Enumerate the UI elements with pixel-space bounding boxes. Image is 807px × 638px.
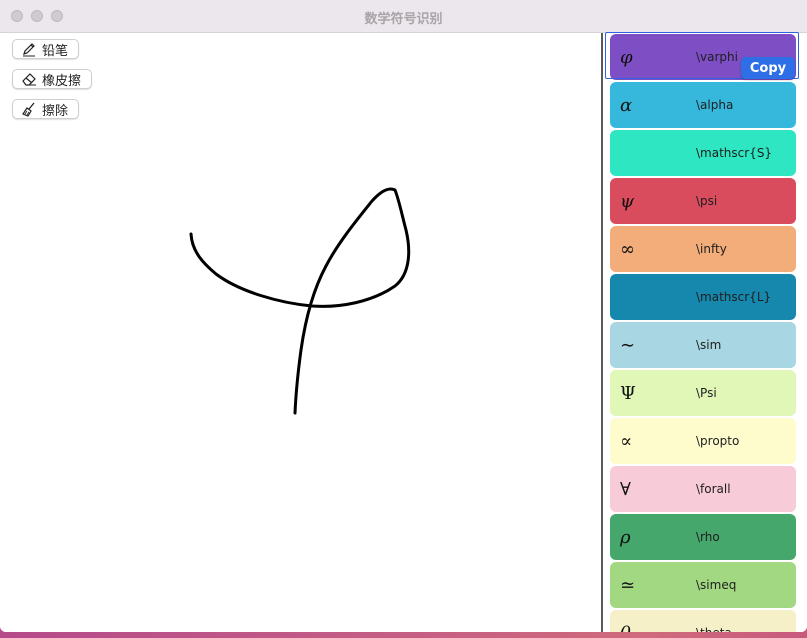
result-symbol: ≃ xyxy=(620,574,636,596)
results-list[interactable]: φ \varphi α \alpha \mathscr{S} ψ \psi ∞ \infty \m… xyxy=(603,33,807,632)
eraser-tool-button[interactable]: 橡皮擦 xyxy=(12,69,93,89)
result-item[interactable]: α \alpha xyxy=(610,82,796,128)
result-latex: \theta xyxy=(696,626,732,632)
pencil-icon xyxy=(23,43,35,57)
broom-icon xyxy=(22,102,35,117)
result-item[interactable]: ≃ \simeq xyxy=(610,562,796,608)
copy-button[interactable]: Copy xyxy=(741,57,795,79)
result-item[interactable]: θ\theta xyxy=(610,610,796,632)
result-item[interactable]: ρ \rho xyxy=(610,514,796,560)
eraser-icon xyxy=(22,73,36,86)
result-latex: \propto xyxy=(696,434,740,448)
result-symbol: ∝ xyxy=(620,430,633,452)
result-symbol: ∞ xyxy=(620,238,635,260)
result-item[interactable]: ∝ \propto xyxy=(610,418,796,464)
pencil-tool-button[interactable]: 铅笔 xyxy=(12,39,80,59)
result-item[interactable]: \mathscr{L} xyxy=(610,274,796,320)
result-item[interactable]: Ψ \Psi xyxy=(610,370,796,416)
result-latex: \mathscr{S} xyxy=(696,146,773,160)
result-latex: \sim xyxy=(696,338,722,352)
result-item[interactable]: ψ \psi xyxy=(610,178,796,224)
result-latex: \Psi xyxy=(696,386,717,400)
result-latex: \infty xyxy=(696,242,727,256)
result-item[interactable]: \mathscr{S} xyxy=(610,130,796,176)
result-item[interactable]: ∞ \infty xyxy=(610,226,796,272)
result-symbol: ρ xyxy=(620,526,631,548)
result-symbol: θ xyxy=(610,623,696,633)
result-item[interactable]: ∼ \sim xyxy=(610,322,796,368)
title-bar: 数学符号识别 xyxy=(0,0,807,33)
handwritten-stroke xyxy=(189,187,411,415)
result-latex: \psi xyxy=(696,194,718,208)
eraser-tool-label: 橡皮擦 xyxy=(42,73,82,89)
result-symbol: α xyxy=(620,94,633,116)
result-item[interactable]: ∀ \forall xyxy=(610,466,796,512)
clear-tool-button[interactable]: 擦除 xyxy=(12,99,80,119)
window-title: 数学符号识别 xyxy=(364,12,443,27)
result-symbol: ∀ xyxy=(620,478,631,500)
result-latex: \forall xyxy=(696,482,731,496)
pencil-tool-label: 铅笔 xyxy=(42,43,69,59)
result-symbol: Ψ xyxy=(620,382,636,404)
clear-tool-label: 擦除 xyxy=(42,103,69,119)
result-latex: \simeq xyxy=(696,578,737,592)
result-latex: \mathscr{L} xyxy=(696,290,772,304)
result-symbol: ψ xyxy=(620,190,635,212)
drawing-canvas[interactable] xyxy=(0,33,601,632)
result-latex: \alpha xyxy=(696,98,734,112)
result-latex: \rho xyxy=(696,530,720,544)
result-symbol: ∼ xyxy=(620,334,636,356)
app-window: 数学符号识别 铅笔 橡皮擦 擦除 φ \varphi α \alpha \mathscr… xyxy=(0,0,807,632)
